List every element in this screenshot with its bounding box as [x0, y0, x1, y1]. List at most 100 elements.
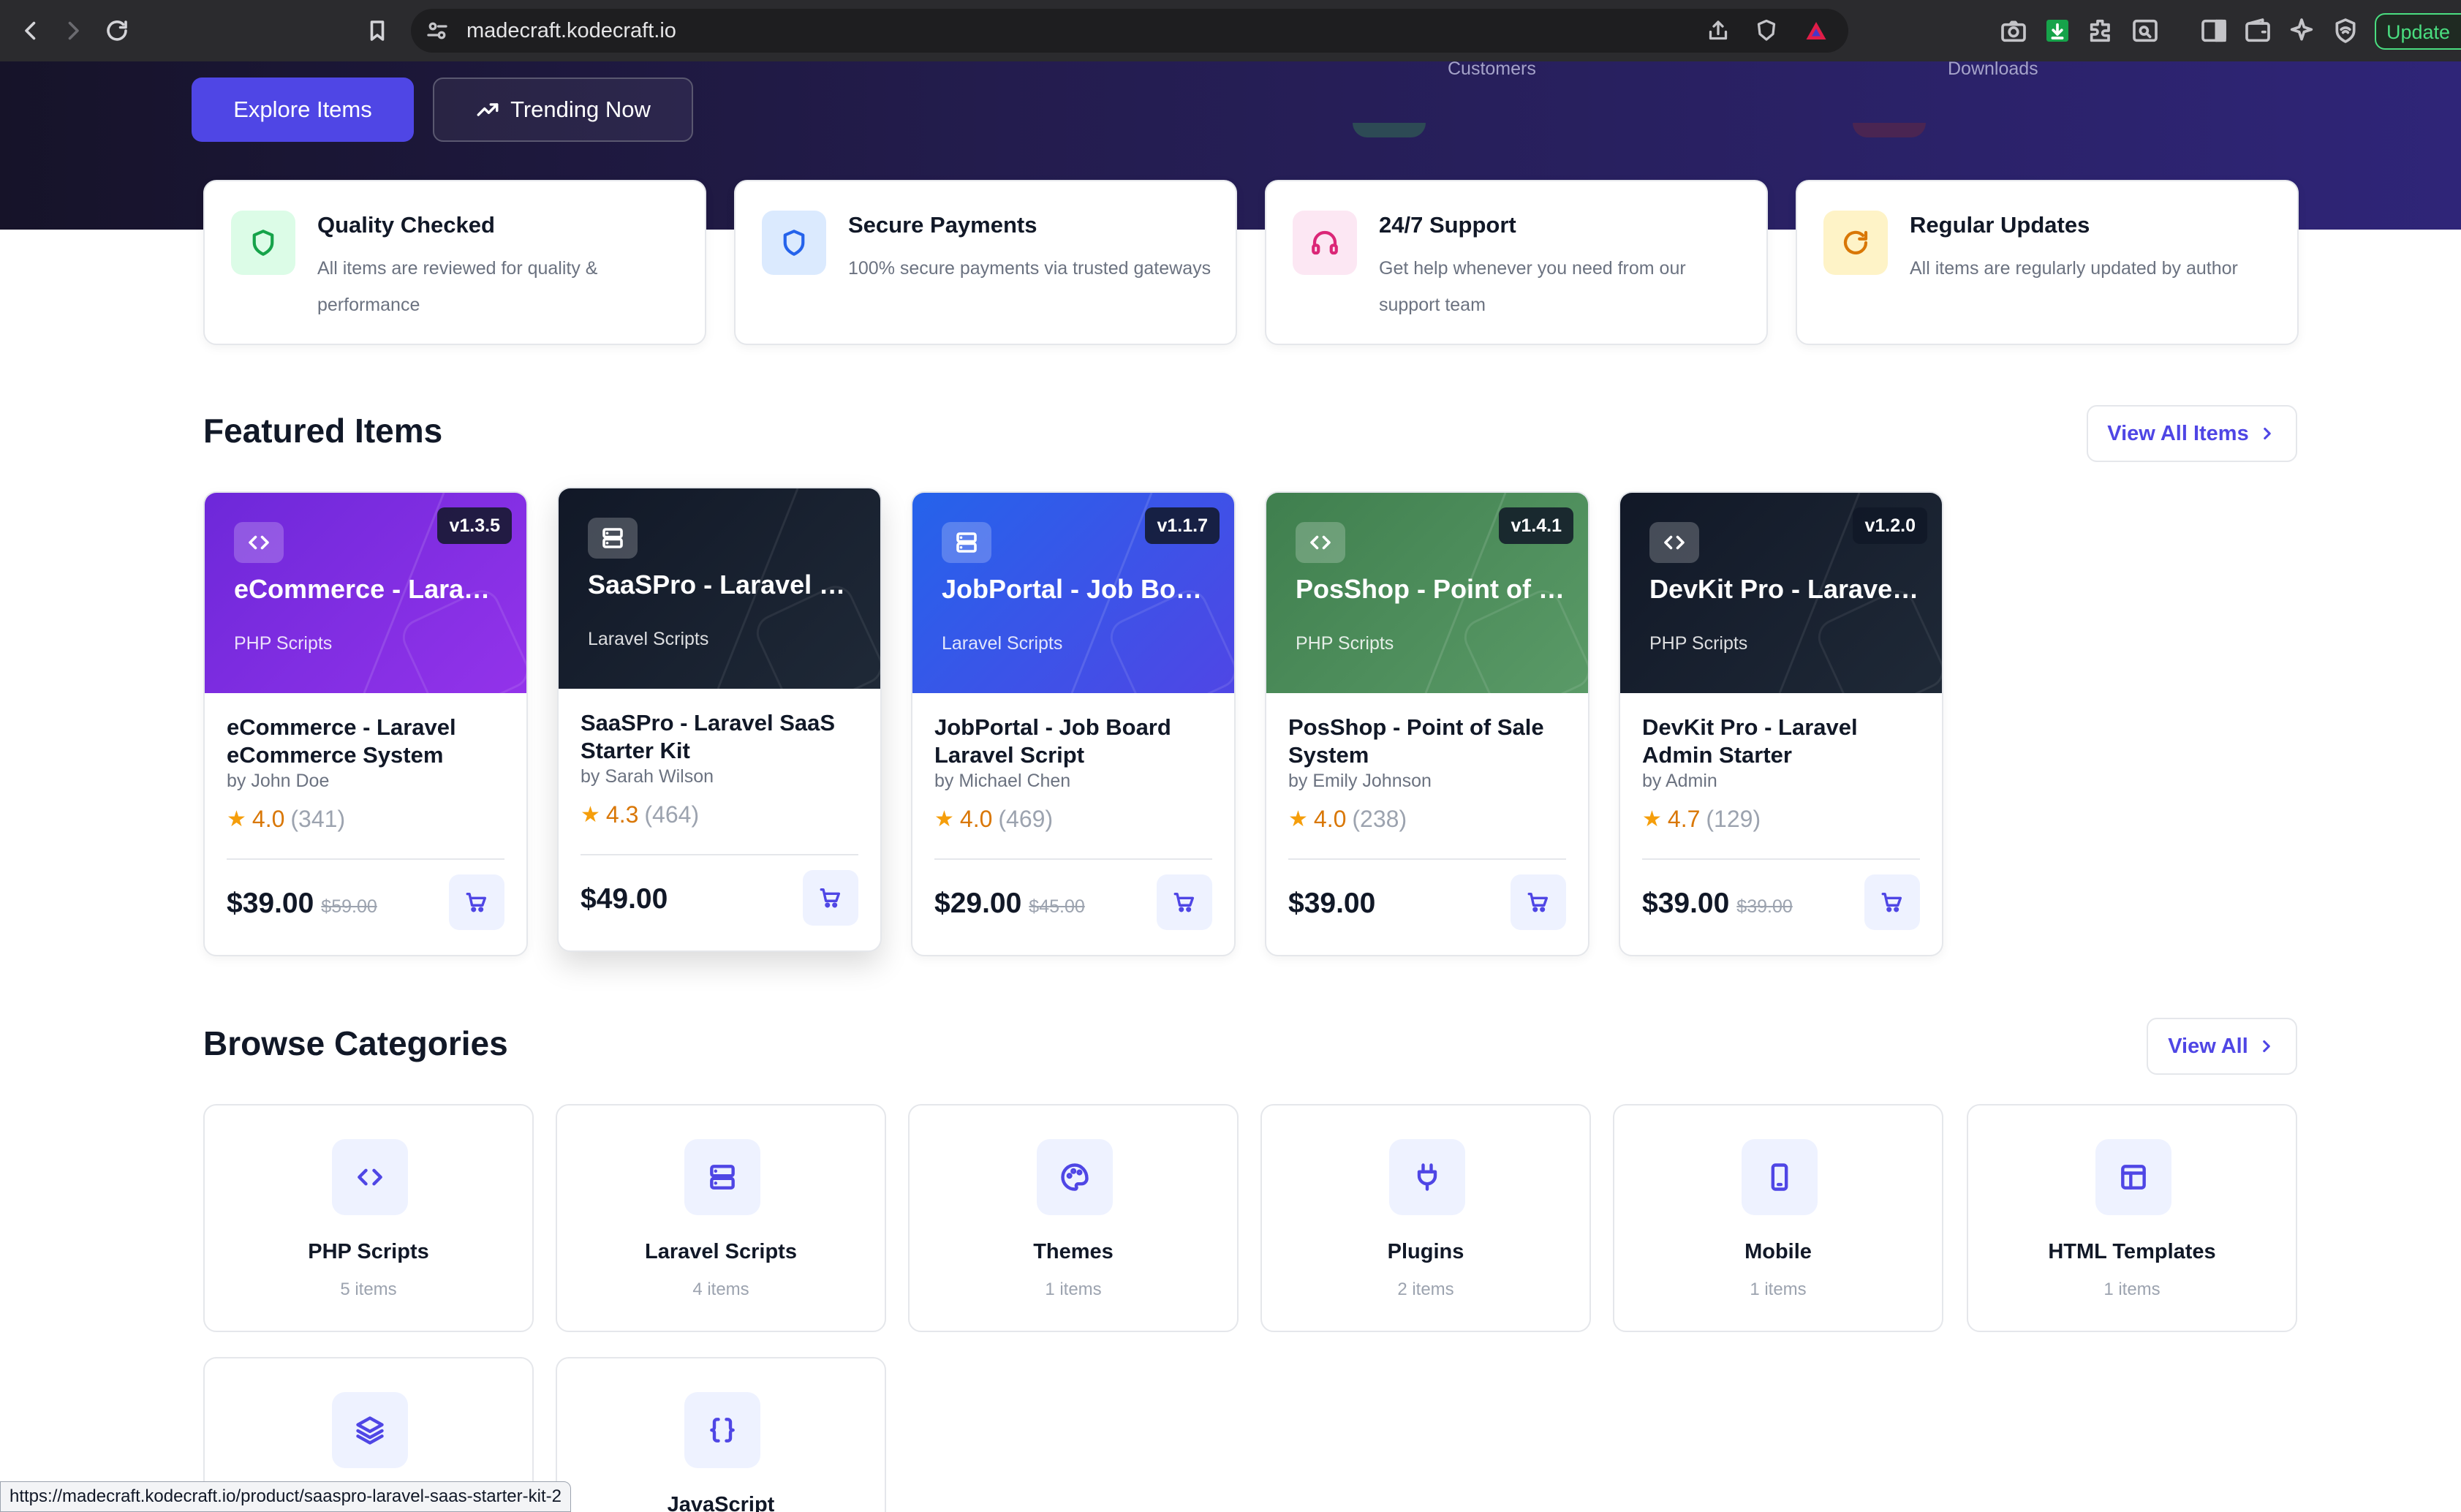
price-current: $39.00: [227, 888, 314, 919]
forward-button[interactable]: [56, 13, 91, 48]
star-icon: ★: [227, 807, 246, 831]
shield-check-icon: [231, 211, 295, 275]
product-banner[interactable]: v1.4.1 PosShop - Point of Sale System PH…: [1266, 493, 1588, 693]
chevron-left-icon: [25, 21, 36, 40]
category-card-html-templates[interactable]: HTML Templates 1 items: [1967, 1104, 2297, 1332]
product-banner[interactable]: v1.3.5 eCommerce - Laravel eCommerce Sys…: [205, 493, 526, 693]
brave-shield-icon[interactable]: [1753, 18, 1780, 44]
feature-card-updates: Regular Updates All items are regularly …: [1796, 180, 2299, 345]
category-name: Laravel Scripts: [645, 1240, 797, 1263]
brave-rewards-icon[interactable]: [1803, 18, 1829, 44]
add-to-cart-button[interactable]: [1864, 874, 1920, 930]
server-icon: [684, 1139, 760, 1215]
product-banner[interactable]: v1.1.7 JobPortal - Job Board Laravel Scr…: [912, 493, 1234, 693]
rating-value: 4.0: [1313, 806, 1347, 832]
address-bar[interactable]: madecraft.kodecraft.io: [411, 9, 1848, 53]
add-to-cart-button[interactable]: [803, 870, 858, 926]
product-author: by John Doe: [227, 771, 330, 791]
price-old: $45.00: [1029, 896, 1085, 917]
product-name[interactable]: eCommerce - Laravel eCommerce System: [227, 714, 512, 769]
back-button[interactable]: [13, 13, 48, 48]
download-icon[interactable]: [2043, 16, 2072, 45]
feature-desc: All items are reviewed for quality & per…: [317, 258, 598, 315]
divider: [227, 858, 504, 860]
product-price: $39.00 $59.00: [227, 888, 377, 920]
share-icon[interactable]: [1705, 18, 1731, 44]
category-card-plugins[interactable]: Plugins 2 items: [1260, 1104, 1591, 1332]
camera-icon[interactable]: [1999, 16, 2028, 45]
category-card-laravel-scripts[interactable]: Laravel Scripts 4 items: [556, 1104, 886, 1332]
product-name[interactable]: PosShop - Point of Sale System: [1288, 714, 1573, 769]
add-to-cart-button[interactable]: [449, 874, 504, 930]
price-current: $39.00: [1642, 888, 1730, 919]
wallet-icon[interactable]: [2243, 16, 2272, 45]
product-card[interactable]: SaaSPro - Laravel SaaS Starter Kit Larav…: [557, 487, 882, 952]
layers-icon: [332, 1392, 408, 1468]
downloads-stat-label: Downloads: [1948, 58, 2038, 79]
trending-now-button[interactable]: Trending Now: [433, 78, 693, 142]
customers-stat-label: Customers: [1448, 58, 1536, 79]
version-badge: v1.4.1: [1499, 507, 1573, 544]
view-all-items-button[interactable]: View All Items: [2087, 405, 2297, 462]
category-count: 5 items: [340, 1279, 397, 1299]
server-icon: [942, 522, 991, 563]
bookmark-icon: [370, 20, 385, 41]
category-count: 1 items: [1045, 1279, 1102, 1299]
browse-categories-title: Browse Categories: [203, 1024, 508, 1062]
explore-items-button[interactable]: Explore Items: [192, 78, 414, 142]
product-price: $49.00: [581, 883, 668, 915]
feature-title: Regular Updates: [1910, 212, 2090, 238]
product-banner[interactable]: SaaSPro - Laravel SaaS Starter Kit Larav…: [559, 488, 880, 689]
product-author: by Admin: [1642, 771, 1717, 791]
bookmark-button[interactable]: [360, 13, 395, 48]
banner-title: eCommerce - Laravel eCommerce System: [234, 575, 504, 604]
star-icon: ★: [1642, 807, 1662, 831]
update-button[interactable]: Update: [2375, 13, 2461, 50]
code-icon: [234, 522, 284, 563]
product-banner[interactable]: v1.2.0 DevKit Pro - Laravel Admin Starte…: [1620, 493, 1942, 693]
rating-value: 4.0: [252, 806, 285, 832]
product-name[interactable]: DevKit Pro - Laravel Admin Starter: [1642, 714, 1927, 769]
code-icon: [1649, 522, 1699, 563]
rating-value: 4.3: [605, 801, 639, 828]
sidebar-icon[interactable]: [2199, 16, 2228, 45]
product-card[interactable]: v1.3.5 eCommerce - Laravel eCommerce Sys…: [203, 491, 528, 956]
view-all-categories-button[interactable]: View All: [2147, 1018, 2297, 1075]
browser-toolbar: madecraft.kodecraft.io Update: [0, 0, 2461, 61]
feature-desc: Get help whenever you need from our supp…: [1379, 258, 1686, 315]
category-count: 1 items: [1750, 1279, 1807, 1299]
extensions-icon[interactable]: [2087, 16, 2116, 45]
category-card-php-scripts[interactable]: PHP Scripts 5 items: [203, 1104, 534, 1332]
product-name[interactable]: JobPortal - Job Board Laravel Script: [934, 714, 1220, 769]
version-badge: v1.3.5: [437, 507, 512, 544]
leo-ai-icon[interactable]: [2287, 16, 2316, 45]
star-icon: ★: [1288, 807, 1308, 831]
vpn-icon[interactable]: [2331, 16, 2360, 45]
feature-title: 24/7 Support: [1379, 212, 1516, 238]
divider: [581, 854, 858, 855]
cart-icon: [820, 888, 841, 908]
version-badge: v1.2.0: [1853, 507, 1927, 544]
category-card-mobile[interactable]: Mobile 1 items: [1613, 1104, 1943, 1332]
reload-button[interactable]: [99, 13, 135, 48]
add-to-cart-button[interactable]: [1157, 874, 1212, 930]
product-card[interactable]: v1.1.7 JobPortal - Job Board Laravel Scr…: [911, 491, 1236, 956]
add-to-cart-button[interactable]: [1511, 874, 1566, 930]
category-card-javascript[interactable]: JavaScript: [556, 1357, 886, 1512]
review-count: (464): [644, 801, 700, 828]
review-count: (129): [1706, 806, 1761, 832]
category-card-themes[interactable]: Themes 1 items: [908, 1104, 1239, 1332]
version-badge: v1.1.7: [1145, 507, 1220, 544]
product-rating: ★ 4.3 (464): [581, 801, 699, 828]
site-settings-icon[interactable]: [424, 18, 450, 44]
customers-stat-icon: [1353, 123, 1426, 137]
refresh-icon: [1823, 211, 1888, 275]
product-card[interactable]: v1.4.1 PosShop - Point of Sale System PH…: [1265, 491, 1589, 956]
view-all-label: View All: [2168, 1034, 2248, 1058]
star-icon: ★: [934, 807, 954, 831]
cart-icon: [466, 892, 487, 912]
reader-mode-icon[interactable]: [2131, 16, 2160, 45]
product-rating: ★ 4.7 (129): [1642, 806, 1761, 833]
product-card[interactable]: v1.2.0 DevKit Pro - Laravel Admin Starte…: [1619, 491, 1943, 956]
product-name[interactable]: SaaSPro - Laravel SaaS Starter Kit: [581, 709, 866, 765]
